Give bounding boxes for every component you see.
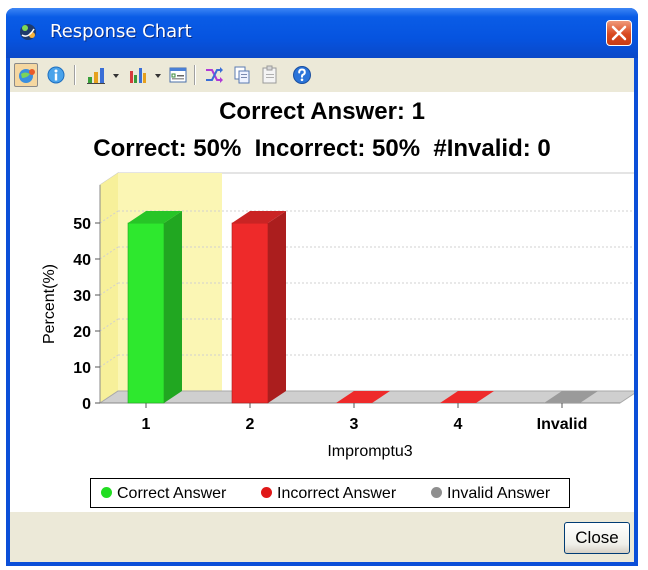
shuffle-icon[interactable] (202, 63, 226, 87)
legend-label-incorrect: Incorrect Answer (277, 485, 397, 502)
legend-dot-incorrect (261, 487, 272, 498)
chart-style-dropdown-icon[interactable] (153, 65, 163, 85)
toolbar (10, 58, 634, 92)
response-chart-window: Response Chart Correct Answer: 1 Correct… (6, 8, 638, 566)
y-tick-label: 10 (73, 360, 91, 377)
chart-type-dropdown-icon[interactable] (111, 65, 121, 85)
legend-dot-correct (101, 487, 112, 498)
legend-item-incorrect: Incorrect Answer (261, 485, 396, 503)
bar-chart-icon[interactable] (84, 63, 108, 87)
paste-icon[interactable] (258, 63, 282, 87)
copy-icon[interactable] (230, 63, 254, 87)
y-tick-label: 50 (73, 216, 91, 233)
x-tick-label: 3 (350, 416, 359, 433)
chart-summary: Correct: 50% Incorrect: 50% #Invalid: 0 (93, 135, 551, 162)
correct-answer-highlight-side (100, 173, 118, 403)
legend-item-correct: Correct Answer (101, 485, 226, 503)
bar-side (268, 211, 286, 403)
app-icon (18, 22, 38, 42)
legend-item-invalid: Invalid Answer (431, 485, 550, 503)
help-icon[interactable] (290, 63, 314, 87)
window-client-area: Correct Answer: 1 Correct: 50% Incorrect… (10, 58, 634, 562)
legend-label-correct: Correct Answer (117, 485, 227, 502)
chart-panel: Correct Answer: 1 Correct: 50% Incorrect… (10, 92, 634, 512)
toolbar-separator (194, 65, 196, 85)
toolbar-separator (74, 65, 76, 85)
bar-chart: 0 10 20 30 40 50 Percent(%) 1 2 3 4 Invalid Imprompt… (41, 172, 634, 460)
chart-title: Correct Answer: 1 (219, 98, 425, 125)
x-axis-title: Impromptu3 (327, 443, 412, 460)
form-settings-icon[interactable] (166, 63, 190, 87)
close-button[interactable]: Close (564, 522, 630, 554)
y-axis-title: Percent(%) (41, 264, 58, 344)
x-tick-label: Invalid (537, 416, 588, 433)
info-circle-icon[interactable] (44, 63, 68, 87)
window-title: Response Chart (50, 21, 192, 42)
bar-side (164, 211, 182, 403)
chart-legend: Correct Answer Incorrect Answer Invalid … (90, 478, 570, 508)
window-close-icon[interactable] (606, 20, 632, 46)
globe-users-icon[interactable] (14, 63, 38, 87)
y-tick-label: 40 (73, 252, 91, 269)
x-tick-label: 1 (142, 416, 151, 433)
y-tick-label: 0 (82, 396, 91, 413)
legend-dot-invalid (431, 487, 442, 498)
bar-front (231, 222, 269, 404)
y-tick-label: 30 (73, 288, 91, 305)
x-tick-label: 4 (454, 416, 463, 433)
bar-front (127, 222, 165, 404)
title-bar[interactable]: Response Chart (6, 8, 638, 58)
column-chart-icon[interactable] (126, 63, 150, 87)
dialog-button-bar: Close (10, 512, 634, 562)
x-tick-label: 2 (246, 416, 255, 433)
legend-label-invalid: Invalid Answer (447, 485, 551, 502)
y-tick-label: 20 (73, 324, 91, 341)
